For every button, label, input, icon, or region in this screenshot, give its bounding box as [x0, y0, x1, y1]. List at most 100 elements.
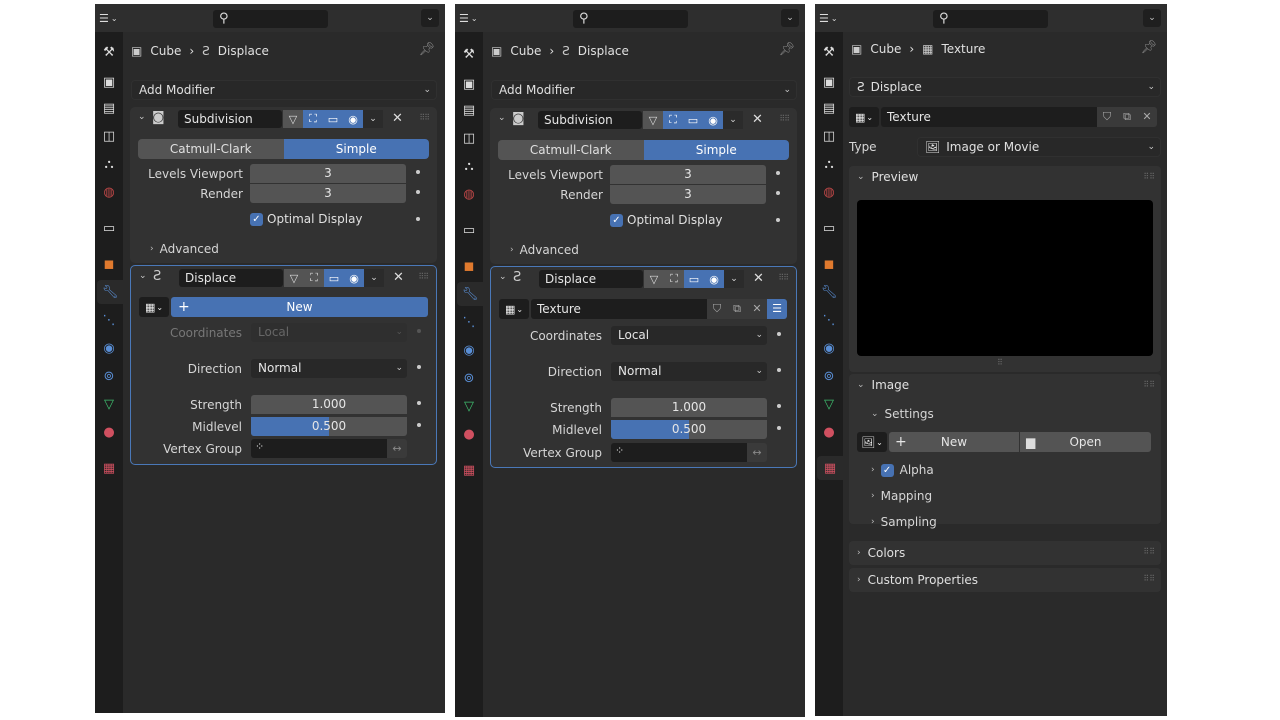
tab-tool[interactable]: ⚒ — [97, 40, 121, 64]
keyframe-dot[interactable] — [777, 368, 781, 372]
editor-type-button[interactable]: ☰ ⌄ — [99, 9, 133, 27]
tab-view-layer[interactable]: ◫ — [97, 124, 121, 148]
colors-header[interactable]: › Colors — [857, 542, 905, 564]
remove-modifier-button[interactable]: ✕ — [392, 111, 403, 126]
tab-physics[interactable]: ◉ — [817, 336, 841, 360]
show-texture-properties-button[interactable]: ☰ — [767, 299, 787, 319]
edit-cage-toggle[interactable]: ▽ — [644, 270, 664, 288]
editor-type-button[interactable]: ☰ ⌄ — [819, 9, 853, 27]
duplicate-texture-button[interactable]: ⧉ — [1117, 107, 1137, 127]
search-input[interactable]: ⚲ — [213, 10, 328, 28]
tab-data[interactable]: ▽ — [817, 392, 841, 416]
alpha-subpanel[interactable]: › ✓ Alpha — [871, 462, 934, 478]
tab-output[interactable]: ▤ — [97, 96, 121, 120]
texture-type-dropdown[interactable]: 🖼︎ Image or Movie ⌄ — [917, 137, 1161, 157]
new-image-button[interactable]: + New — [889, 432, 1019, 452]
pin-icon[interactable]: 📌︎ — [1140, 40, 1157, 55]
tab-physics[interactable]: ◉ — [457, 338, 481, 362]
tab-scene[interactable]: ⛬ — [817, 152, 841, 176]
keyframe-dot[interactable] — [417, 329, 421, 333]
render-levels-field[interactable]: 3 — [250, 184, 406, 203]
collapse-toggle[interactable]: ⌄ — [139, 271, 147, 281]
viewport-toggle[interactable]: ▭ — [324, 269, 344, 287]
midlevel-slider[interactable]: 0.500 — [611, 420, 767, 439]
tab-object[interactable]: ◼ — [97, 252, 121, 276]
tab-material[interactable]: ● — [817, 420, 841, 444]
tab-scene[interactable]: ⛬ — [97, 152, 121, 176]
levels-viewport-field[interactable]: 3 — [610, 165, 766, 184]
keyframe-dot[interactable] — [417, 365, 421, 369]
advanced-subpanel[interactable]: › Advanced — [150, 241, 219, 257]
edit-mode-toggle[interactable]: ⛶ — [663, 111, 683, 129]
tab-render[interactable]: ▣ — [97, 70, 121, 94]
tab-world[interactable]: ◍ — [457, 182, 481, 206]
tab-tool[interactable]: ⚒ — [817, 40, 841, 64]
keyframe-dot[interactable] — [416, 190, 420, 194]
fake-user-button[interactable]: ⛉ — [1097, 107, 1117, 127]
keyframe-dot[interactable] — [777, 404, 781, 408]
edit-cage-toggle[interactable]: ▽ — [283, 110, 303, 128]
keyframe-dot[interactable] — [777, 332, 781, 336]
optimal-display-checkbox[interactable]: ✓ Optimal Display — [250, 211, 363, 227]
options-dropdown[interactable]: ⌄ — [421, 9, 439, 27]
vertex-group-field[interactable]: ⁘ — [611, 443, 747, 462]
resize-handle[interactable]: ⠿ — [997, 358, 1003, 367]
modifier-menu[interactable]: ⌄ — [724, 270, 744, 288]
preview-header[interactable]: ⌄ Preview — [857, 166, 918, 188]
direction-dropdown[interactable]: Normal ⌄ — [251, 359, 407, 378]
midlevel-slider[interactable]: 0.500 — [251, 417, 407, 436]
tab-constraints[interactable]: ⊚ — [97, 364, 121, 388]
tab-collection[interactable]: ▭ — [457, 218, 481, 242]
texture-browse-button[interactable]: ▦ ⌄ — [139, 297, 169, 317]
tab-output[interactable]: ▤ — [817, 96, 841, 120]
tab-scene[interactable]: ⛬ — [457, 154, 481, 178]
drag-handle[interactable]: ⠿⠿ — [1143, 574, 1155, 583]
viewport-toggle[interactable]: ▭ — [683, 111, 703, 129]
optimal-display-checkbox[interactable]: ✓ Optimal Display — [610, 212, 723, 228]
add-modifier-dropdown[interactable]: Add Modifier ⌄ — [131, 80, 437, 100]
keyframe-dot[interactable] — [776, 171, 780, 175]
simple-option[interactable]: Simple — [643, 140, 789, 160]
tab-world[interactable]: ◍ — [817, 180, 841, 204]
levels-viewport-field[interactable]: 3 — [250, 164, 406, 183]
tab-modifiers[interactable]: 🔧︎ — [457, 282, 483, 306]
pin-icon[interactable]: 📌︎ — [778, 42, 795, 57]
tab-output[interactable]: ▤ — [457, 98, 481, 122]
tab-constraints[interactable]: ⊚ — [817, 364, 841, 388]
tab-particles[interactable]: ⋱ — [457, 310, 481, 334]
invert-vertex-group-button[interactable]: ↔ — [387, 439, 407, 458]
tab-modifiers[interactable]: 🔧︎ — [817, 280, 841, 304]
viewport-toggle[interactable]: ▭ — [684, 270, 704, 288]
remove-modifier-button[interactable]: ✕ — [753, 271, 764, 286]
collapse-toggle[interactable]: ⌄ — [498, 113, 506, 123]
modifier-name-field[interactable]: Subdivision — [178, 110, 282, 128]
strength-field[interactable]: 1.000 — [611, 398, 767, 417]
render-toggle[interactable]: ◉ — [343, 110, 363, 128]
edit-mode-toggle[interactable]: ⛶ — [664, 270, 684, 288]
modifier-select-dropdown[interactable]: Ƨ Displace ⌄ — [849, 77, 1161, 97]
remove-modifier-button[interactable]: ✕ — [752, 112, 763, 127]
keyframe-dot[interactable] — [416, 217, 420, 221]
modifier-name-field[interactable]: Displace — [179, 269, 283, 287]
tab-particles[interactable]: ⋱ — [817, 308, 841, 332]
render-toggle[interactable]: ◉ — [344, 269, 364, 287]
edit-mode-toggle[interactable]: ⛶ — [303, 110, 323, 128]
tab-render[interactable]: ▣ — [457, 72, 481, 96]
keyframe-dot[interactable] — [417, 401, 421, 405]
modifier-name-field[interactable]: Displace — [539, 270, 643, 288]
tab-data[interactable]: ▽ — [97, 392, 121, 416]
modifier-menu[interactable]: ⌄ — [364, 269, 384, 287]
tab-texture[interactable]: ▦ — [97, 456, 121, 480]
drag-handle[interactable]: ⠿⠿ — [779, 114, 790, 123]
options-dropdown[interactable]: ⌄ — [1143, 9, 1161, 27]
keyframe-dot[interactable] — [417, 423, 421, 427]
add-modifier-dropdown[interactable]: Add Modifier ⌄ — [491, 80, 797, 100]
tab-tool[interactable]: ⚒ — [457, 42, 481, 66]
invert-vertex-group-button[interactable]: ↔ — [747, 443, 767, 462]
vertex-group-field[interactable]: ⁘ — [251, 439, 387, 458]
viewport-toggle[interactable]: ▭ — [323, 110, 343, 128]
sampling-subpanel[interactable]: › Sampling — [871, 514, 937, 530]
settings-subpanel[interactable]: ⌄ Settings — [871, 406, 934, 422]
drag-handle[interactable]: ⠿⠿ — [778, 273, 789, 282]
tab-modifiers[interactable]: 🔧︎ — [97, 280, 123, 304]
